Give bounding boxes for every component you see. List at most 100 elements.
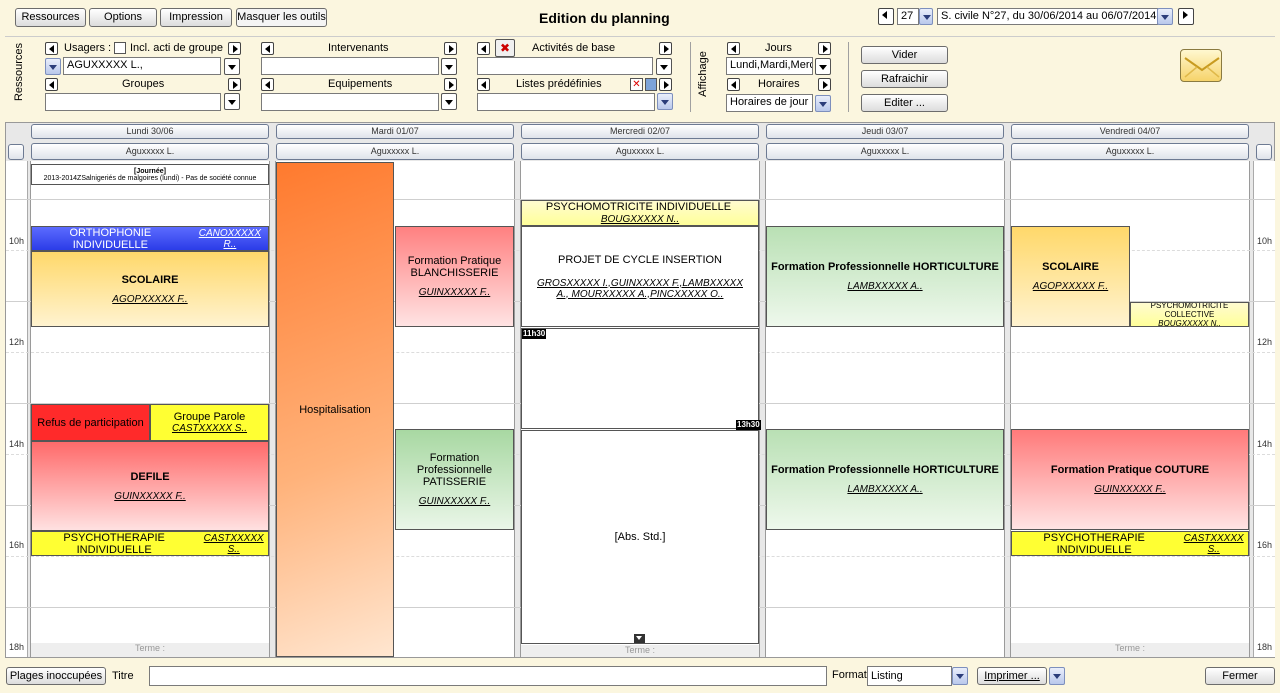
event-journee[interactable]: [Journée] 2013-2014ZSalnigeriés de malgo… (31, 164, 269, 185)
usagers-field[interactable]: AGUXXXXX L., (63, 57, 221, 75)
equipements-prev-button[interactable] (261, 78, 274, 91)
listes-next-button[interactable] (659, 78, 672, 91)
event-hospitalisation[interactable]: Hospitalisation (276, 162, 394, 657)
usagers-left-dropdown[interactable] (45, 58, 61, 75)
event-psychomotricite-collective[interactable]: PSYCHOMOTRICITE COLLECTIVE BOUGXXXXX N.. (1130, 302, 1249, 327)
event-horticulture-2[interactable]: Formation Professionnelle HORTICULTURE L… (766, 429, 1004, 530)
hour-label-left: 18h (9, 642, 25, 652)
event-blanch-title: Formation Pratique BLANCHISSERIE (407, 255, 502, 279)
jours-prev-button[interactable] (727, 42, 740, 55)
day-header-thursday[interactable]: Jeudi 03/07 (766, 124, 1004, 139)
incl-groupe-checkbox[interactable] (114, 42, 126, 54)
select-all-right-checkbox[interactable] (1256, 144, 1272, 160)
options-button[interactable]: Options (89, 8, 157, 27)
event-patisserie[interactable]: Formation Professionnelle PATISSERIE GUI… (395, 429, 514, 530)
activites-next-button[interactable] (659, 42, 672, 55)
groupes-prev-button[interactable] (45, 78, 58, 91)
equipements-next-button[interactable] (444, 78, 457, 91)
activites-field[interactable] (477, 57, 653, 75)
groupes-dropdown[interactable] (224, 93, 240, 110)
week-select[interactable]: S. civile N°27, du 30/06/2014 au 06/07/2… (937, 8, 1158, 25)
groupes-next-button[interactable] (228, 78, 241, 91)
person-header-tuesday[interactable]: Aguxxxxx L. (276, 143, 514, 160)
event-ortho-title: ORTHOPHONIE INDIVIDUELLE (69, 226, 152, 251)
person-header-friday[interactable]: Aguxxxxx L. (1011, 143, 1249, 160)
event-orthophonie[interactable]: ORTHOPHONIE INDIVIDUELLE CANOXXXXX R.. (31, 226, 269, 251)
editer-button[interactable]: Editer ... (861, 94, 948, 112)
fermer-button[interactable]: Fermer (1205, 667, 1275, 685)
envelope-icon[interactable] (1180, 49, 1222, 82)
event-projet-cycle[interactable]: PROJET DE CYCLE INSERTION GROSXXXXX I.,G… (521, 226, 759, 327)
week-select-dropdown[interactable] (1157, 8, 1173, 25)
horaires-prev-button[interactable] (727, 78, 740, 91)
listes-dropdown[interactable] (657, 93, 673, 110)
listes-label: Listes prédéfinies (516, 78, 602, 90)
event-psychotherapie-friday[interactable]: PSYCHOTHERAPIE INDIVIDUELLE CASTXXXXX S.… (1011, 531, 1249, 556)
event-scolaire-monday[interactable]: SCOLAIRE AGOPXXXXX F.. (31, 251, 269, 327)
format-select[interactable]: Listing (867, 666, 952, 686)
scroll-down-icon[interactable] (634, 634, 645, 643)
event-blanchisserie[interactable]: Formation Pratique BLANCHISSERIE GUINXXX… (395, 226, 514, 327)
intervenants-dropdown[interactable] (441, 58, 457, 75)
intervenants-next-button[interactable] (444, 42, 457, 55)
day-header-tuesday[interactable]: Mardi 01/07 (276, 124, 514, 139)
day-header-monday[interactable]: Lundi 30/06 (31, 124, 269, 139)
hour-label-right: 18h (1257, 642, 1273, 652)
usagers-next-button[interactable] (228, 42, 241, 55)
format-dropdown[interactable] (952, 667, 968, 685)
week-spinner[interactable] (919, 8, 933, 25)
activites-dropdown[interactable] (656, 58, 672, 75)
intervenants-field[interactable] (261, 57, 439, 75)
impression-button[interactable]: Impression (160, 8, 232, 27)
horaires-field[interactable]: Horaires de jour (726, 94, 813, 112)
person-header-thursday[interactable]: Aguxxxxx L. (766, 143, 1004, 160)
save-list-icon[interactable] (645, 78, 657, 91)
event-couture[interactable]: Formation Pratique COUTURE GUINXXXXX F.. (1011, 429, 1249, 530)
jours-field[interactable]: Lundi,Mardi,Merc (726, 57, 813, 75)
next-week-button[interactable] (1178, 8, 1194, 25)
rafraichir-button[interactable]: Rafraichir (861, 70, 948, 88)
clear-activites-icon[interactable]: ✖ (495, 39, 515, 57)
event-empty-slot[interactable] (521, 328, 759, 429)
hour-label-right: 14h (1257, 439, 1273, 449)
person-header-monday[interactable]: Aguxxxxx L. (31, 143, 269, 160)
titre-input[interactable] (149, 666, 827, 686)
groupes-field[interactable] (45, 93, 221, 111)
prev-week-button[interactable] (878, 8, 894, 25)
event-horti2-person: LAMBXXXXX A.. (847, 484, 923, 495)
plages-inoccupees-button[interactable]: Plages inoccupées (6, 667, 106, 685)
imprimer-dropdown[interactable] (1049, 667, 1065, 685)
listes-field[interactable] (477, 93, 655, 111)
usagers-prev-button[interactable] (45, 42, 58, 55)
event-scolaire-friday[interactable]: SCOLAIRE AGOPXXXXX F.. (1011, 226, 1130, 327)
horaires-dropdown[interactable] (815, 95, 831, 112)
event-defile[interactable]: DEFILE GUINXXXXX F.. (31, 441, 269, 531)
jours-dropdown[interactable] (815, 58, 831, 75)
ressources-button[interactable]: Ressources (15, 8, 86, 27)
vider-button[interactable]: Vider (861, 46, 948, 64)
listes-prev-button[interactable] (477, 78, 490, 91)
horaires-next-button[interactable] (818, 78, 831, 91)
usagers-dropdown[interactable] (224, 58, 240, 75)
day-header-friday[interactable]: Vendredi 04/07 (1011, 124, 1249, 139)
event-refus[interactable]: Refus de participation (31, 404, 150, 441)
jours-next-button[interactable] (818, 42, 831, 55)
equipements-field[interactable] (261, 93, 439, 111)
intervenants-prev-button[interactable] (261, 42, 274, 55)
equipements-dropdown[interactable] (441, 93, 457, 110)
event-groupe-parole[interactable]: Groupe Parole CASTXXXXX S.. (150, 404, 269, 441)
event-abs-std[interactable]: [Abs. Std.] (521, 430, 759, 644)
filter-panel-border (5, 36, 1275, 37)
select-all-left-checkbox[interactable] (8, 144, 24, 160)
week-number-field[interactable]: 27 (897, 8, 919, 25)
masquer-outils-button[interactable]: Masquer les outils (236, 8, 327, 27)
delete-list-icon[interactable]: ✕ (630, 78, 643, 91)
person-header-wednesday[interactable]: Aguxxxxx L. (521, 143, 759, 160)
event-psychotherapie-monday[interactable]: PSYCHOTHERAPIE INDIVIDUELLE CASTXXXXX S.… (31, 531, 269, 556)
event-horticulture-1[interactable]: Formation Professionnelle HORTICULTURE L… (766, 226, 1004, 327)
day-header-wednesday[interactable]: Mercredi 02/07 (521, 124, 759, 139)
activites-prev-button[interactable] (477, 42, 490, 55)
event-psychomotricite-individuelle[interactable]: PSYCHOMOTRICITE INDIVIDUELLE BOUGXXXXX N… (521, 200, 759, 226)
titre-label: Titre (112, 670, 134, 682)
imprimer-button[interactable]: Imprimer ... (977, 667, 1047, 685)
